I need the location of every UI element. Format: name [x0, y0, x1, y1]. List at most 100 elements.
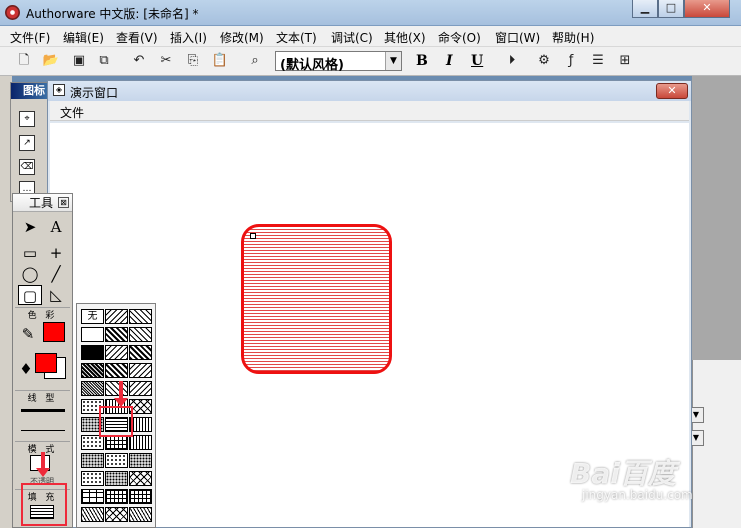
paste-icon[interactable]: 📋 — [211, 52, 229, 70]
minimize-button[interactable]: ▁ — [632, 0, 658, 18]
line-style-thick[interactable] — [21, 409, 65, 412]
selection-handle[interactable] — [250, 233, 256, 239]
menu-bar: 文件(F) 编辑(E) 查看(V) 插入(I) 修改(M) 文本(T) 调试(C… — [0, 26, 741, 47]
line-tool-icon[interactable]: ╱ — [44, 264, 68, 284]
pattern-dense-diagonal[interactable] — [105, 345, 128, 360]
line-style-thin[interactable] — [21, 430, 65, 431]
presentation-menu-file[interactable]: 文件 — [60, 104, 84, 121]
crosshair-tool-icon[interactable]: + — [44, 243, 68, 263]
pattern-none[interactable]: 无 — [81, 309, 104, 324]
presentation-close-button[interactable]: ✕ — [656, 83, 688, 99]
menu-edit[interactable]: 编辑(E) — [63, 29, 104, 46]
pointer-tool-icon[interactable]: ➤ — [18, 217, 42, 237]
polygon-tool-icon[interactable]: ◺ — [44, 285, 68, 305]
open-file-icon[interactable]: 📂 — [42, 52, 60, 70]
cut-icon[interactable]: ✂ — [157, 52, 175, 70]
pattern-dots-5[interactable] — [105, 453, 128, 468]
title-bar: Authorware 中文版: [未命名] * ▁ □ ✕ — [0, 0, 741, 26]
pattern-black[interactable] — [81, 345, 104, 360]
copy-icon[interactable]: ⎘ — [184, 52, 202, 70]
text-tool-icon[interactable]: A — [44, 217, 68, 237]
pattern-diagonal-3[interactable] — [129, 363, 152, 378]
variables-icon[interactable]: ☰ — [589, 52, 607, 70]
erase-icon[interactable]: ⌫ — [19, 159, 35, 175]
restart-icon[interactable]: ⏵ — [503, 52, 521, 70]
pattern-zigzag[interactable] — [81, 507, 104, 522]
pattern-grid-3[interactable] — [129, 489, 152, 504]
menu-debug[interactable]: 调试(C) — [331, 29, 373, 46]
annotation-arrowhead — [36, 468, 50, 477]
pencil-text-color-icon[interactable]: ✎ — [16, 324, 40, 344]
menu-file[interactable]: 文件(F) — [10, 29, 50, 46]
pattern-wide-diagonal[interactable] — [129, 345, 152, 360]
menu-window[interactable]: 窗口(W) — [495, 29, 540, 46]
window-title: Authorware 中文版: [未命名] * — [26, 7, 199, 21]
pattern-dots-6[interactable] — [129, 453, 152, 468]
pattern-grey[interactable] — [81, 381, 104, 396]
display-icon[interactable]: ⌖ — [19, 111, 35, 127]
icon-palette-title: 图标 — [11, 83, 47, 99]
pattern-forward-diagonal[interactable] — [105, 309, 128, 324]
menu-insert[interactable]: 插入(I) — [170, 29, 207, 46]
line-color-swatch[interactable] — [43, 322, 65, 342]
pattern-dots-3[interactable] — [81, 435, 104, 450]
annotation-arrowhead — [114, 398, 128, 407]
authorware-app-icon — [5, 5, 20, 20]
icon-palette: 图标 ⌖ ↗ ⌫ … — [10, 82, 48, 202]
pattern-diagonal-cross[interactable] — [129, 327, 152, 342]
pattern-white[interactable] — [81, 327, 104, 342]
menu-help[interactable]: 帮助(H) — [552, 29, 594, 46]
pattern-dots-7[interactable] — [81, 471, 104, 486]
underline-button[interactable]: U — [471, 53, 483, 69]
import-icon[interactable]: ⧉ — [95, 52, 113, 70]
line-style-section-label: 线 型 — [15, 390, 70, 404]
menu-other[interactable]: 其他(X) — [384, 29, 426, 46]
presentation-window-title: 演示窗口 — [70, 86, 119, 100]
bold-button[interactable]: B — [416, 53, 428, 69]
menu-text[interactable]: 文本(T) — [276, 29, 317, 46]
highlight-selected-pattern — [99, 406, 133, 437]
undo-icon[interactable]: ↶ — [130, 52, 148, 70]
italic-button[interactable]: I — [446, 53, 453, 69]
pattern-zigzag-2[interactable] — [129, 507, 152, 522]
foreground-color-swatch[interactable] — [35, 353, 57, 373]
rectangle-tool-icon[interactable]: ▭ — [18, 243, 42, 263]
maximize-button[interactable]: □ — [658, 0, 684, 18]
pattern-dots-8[interactable] — [105, 471, 128, 486]
rounded-rectangle-shape[interactable] — [241, 224, 392, 374]
tools-palette-close-button[interactable]: ⊠ — [58, 197, 69, 208]
baidu-watermark-url: jingyan.baidu.com — [582, 488, 693, 502]
pattern-grid-2[interactable] — [105, 489, 128, 504]
pattern-heavy-diagonal[interactable] — [105, 327, 128, 342]
chevron-down-icon[interactable]: ▼ — [385, 52, 401, 70]
find-icon[interactable]: ⌕ — [246, 52, 264, 70]
knowledge-objects-icon[interactable]: ⊞ — [616, 52, 634, 70]
pattern-diagonal-4[interactable] — [105, 381, 128, 396]
pattern-diagonal-2[interactable] — [105, 363, 128, 378]
rounded-rectangle-tool-icon[interactable]: ▢ — [18, 285, 42, 305]
pattern-vertical-3[interactable] — [129, 435, 152, 450]
pattern-grid[interactable] — [105, 435, 128, 450]
pattern-diamond-2[interactable] — [129, 471, 152, 486]
motion-icon[interactable]: ↗ — [19, 135, 35, 151]
pattern-brick[interactable] — [81, 489, 104, 504]
pattern-back-diagonal[interactable] — [129, 309, 152, 324]
menu-command[interactable]: 命令(O) — [438, 29, 481, 46]
ellipse-tool-icon[interactable]: ◯ — [18, 264, 42, 284]
close-button[interactable]: ✕ — [684, 0, 730, 18]
tools-palette: 工具 ⊠ ➤ A ▭ + ◯ ╱ ▢ ◺ 色 彩 ✎ ♦ 线 型 模 式 不透明… — [12, 193, 73, 528]
presentation-window-icon: ◈ — [53, 84, 65, 96]
pattern-diagonal-5[interactable] — [129, 381, 152, 396]
control-panel-icon[interactable]: ⚙ — [535, 52, 553, 70]
menu-view[interactable]: 查看(V) — [116, 29, 158, 46]
annotation-arrow — [119, 381, 123, 399]
style-select[interactable]: (默认风格) ▼ — [275, 51, 402, 73]
new-file-icon[interactable]: 🗋 — [15, 52, 33, 70]
presentation-title-bar: ◈ 演示窗口 ✕ — [48, 81, 691, 101]
pattern-dark-grey[interactable] — [81, 363, 104, 378]
functions-icon[interactable]: ƒ — [562, 52, 580, 70]
pattern-dots-4[interactable] — [81, 453, 104, 468]
menu-modify[interactable]: 修改(M) — [220, 29, 264, 46]
pattern-diamond-3[interactable] — [105, 507, 128, 522]
save-all-icon[interactable]: ▣ — [70, 52, 88, 70]
